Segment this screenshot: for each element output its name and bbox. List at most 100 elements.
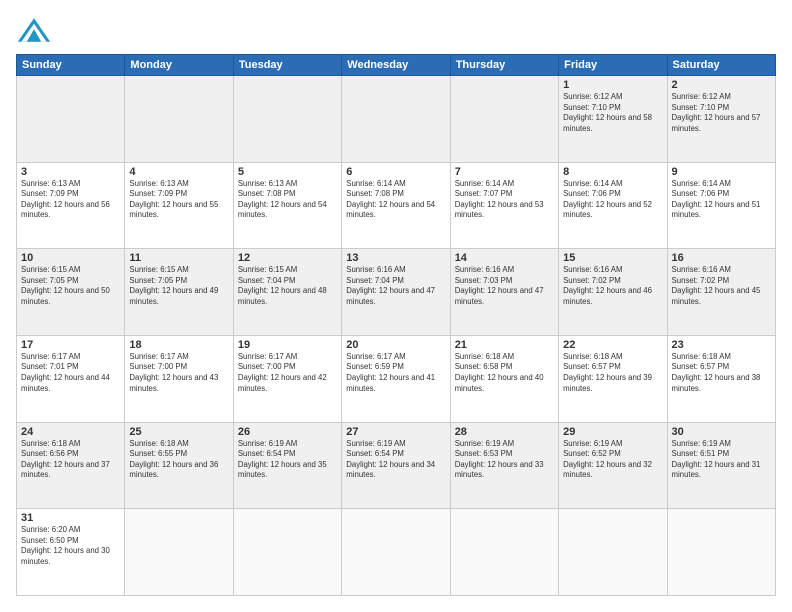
- calendar-cell: 8Sunrise: 6:14 AM Sunset: 7:06 PM Daylig…: [559, 162, 667, 249]
- calendar-header-row: Sunday Monday Tuesday Wednesday Thursday…: [17, 55, 776, 76]
- calendar-cell: 7Sunrise: 6:14 AM Sunset: 7:07 PM Daylig…: [450, 162, 558, 249]
- day-number: 11: [129, 252, 228, 264]
- day-info: Sunrise: 6:14 AM Sunset: 7:06 PM Dayligh…: [563, 179, 662, 221]
- calendar-cell: 12Sunrise: 6:15 AM Sunset: 7:04 PM Dayli…: [233, 249, 341, 336]
- page: Sunday Monday Tuesday Wednesday Thursday…: [0, 0, 792, 612]
- day-number: 9: [672, 166, 771, 178]
- calendar-cell: 13Sunrise: 6:16 AM Sunset: 7:04 PM Dayli…: [342, 249, 450, 336]
- day-number: 14: [455, 252, 554, 264]
- col-sunday: Sunday: [17, 55, 125, 76]
- day-info: Sunrise: 6:18 AM Sunset: 6:57 PM Dayligh…: [672, 352, 771, 394]
- calendar-week-row: 3 Sunrise: 6:13 AM Sunset: 7:09 PM Daylig…: [17, 162, 776, 249]
- day-info: Sunrise: 6:17 AM Sunset: 6:59 PM Dayligh…: [346, 352, 445, 394]
- generalblue-logo-icon: [16, 16, 52, 44]
- calendar-cell: 23Sunrise: 6:18 AM Sunset: 6:57 PM Dayli…: [667, 335, 775, 422]
- day-info: Sunrise: 6:18 AM Sunset: 6:55 PM Dayligh…: [129, 439, 228, 481]
- col-saturday: Saturday: [667, 55, 775, 76]
- calendar-cell: 5Sunrise: 6:13 AM Sunset: 7:08 PM Daylig…: [233, 162, 341, 249]
- calendar-cell: 16Sunrise: 6:16 AM Sunset: 7:02 PM Dayli…: [667, 249, 775, 336]
- calendar-cell: [17, 76, 125, 163]
- calendar-cell: 31Sunrise: 6:20 AM Sunset: 6:50 PM Dayli…: [17, 509, 125, 596]
- calendar-cell: 19Sunrise: 6:17 AM Sunset: 7:00 PM Dayli…: [233, 335, 341, 422]
- day-info: Sunrise: 6:19 AM Sunset: 6:52 PM Dayligh…: [563, 439, 662, 481]
- calendar-cell: [450, 509, 558, 596]
- day-number: 17: [21, 339, 120, 351]
- calendar-table: Sunday Monday Tuesday Wednesday Thursday…: [16, 54, 776, 596]
- day-number: 22: [563, 339, 662, 351]
- day-number: 23: [672, 339, 771, 351]
- day-number: 19: [238, 339, 337, 351]
- day-info: Sunrise: 6:12 AM Sunset: 7:10 PM Dayligh…: [672, 92, 771, 134]
- day-info: Sunrise: 6:14 AM Sunset: 7:06 PM Dayligh…: [672, 179, 771, 221]
- day-info: Sunrise: 6:14 AM Sunset: 7:07 PM Dayligh…: [455, 179, 554, 221]
- day-number: 4: [129, 166, 228, 178]
- calendar-cell: 28Sunrise: 6:19 AM Sunset: 6:53 PM Dayli…: [450, 422, 558, 509]
- col-tuesday: Tuesday: [233, 55, 341, 76]
- day-info: Sunrise: 6:12 AM Sunset: 7:10 PM Dayligh…: [563, 92, 662, 134]
- day-info: Sunrise: 6:15 AM Sunset: 7:04 PM Dayligh…: [238, 265, 337, 307]
- day-info: Sunrise: 6:16 AM Sunset: 7:02 PM Dayligh…: [563, 265, 662, 307]
- calendar-cell: [342, 509, 450, 596]
- day-info: Sunrise: 6:19 AM Sunset: 6:54 PM Dayligh…: [346, 439, 445, 481]
- day-number: 15: [563, 252, 662, 264]
- calendar-cell: 11Sunrise: 6:15 AM Sunset: 7:05 PM Dayli…: [125, 249, 233, 336]
- day-info: Sunrise: 6:18 AM Sunset: 6:56 PM Dayligh…: [21, 439, 120, 481]
- calendar-cell: [450, 76, 558, 163]
- calendar-cell: 29Sunrise: 6:19 AM Sunset: 6:52 PM Dayli…: [559, 422, 667, 509]
- day-info: Sunrise: 6:15 AM Sunset: 7:05 PM Dayligh…: [21, 265, 120, 307]
- day-number: 13: [346, 252, 445, 264]
- day-info: Sunrise: 6:13 AM Sunset: 7:09 PM Dayligh…: [129, 179, 228, 221]
- day-info: Sunrise: 6:17 AM Sunset: 7:00 PM Dayligh…: [238, 352, 337, 394]
- calendar-week-row: 24Sunrise: 6:18 AM Sunset: 6:56 PM Dayli…: [17, 422, 776, 509]
- day-info: Sunrise: 6:18 AM Sunset: 6:58 PM Dayligh…: [455, 352, 554, 394]
- day-number: 1: [563, 79, 662, 91]
- calendar-cell: 3Sunrise: 6:13 AM Sunset: 7:09 PM Daylig…: [17, 162, 125, 249]
- day-number: 12: [238, 252, 337, 264]
- calendar-cell: 4Sunrise: 6:13 AM Sunset: 7:09 PM Daylig…: [125, 162, 233, 249]
- calendar-cell: 18Sunrise: 6:17 AM Sunset: 7:00 PM Dayli…: [125, 335, 233, 422]
- col-monday: Monday: [125, 55, 233, 76]
- calendar-cell: 17Sunrise: 6:17 AM Sunset: 7:01 PM Dayli…: [17, 335, 125, 422]
- day-number: 29: [563, 426, 662, 438]
- day-number: 18: [129, 339, 228, 351]
- day-number: 10: [21, 252, 120, 264]
- calendar-cell: 14Sunrise: 6:16 AM Sunset: 7:03 PM Dayli…: [450, 249, 558, 336]
- calendar-cell: [233, 509, 341, 596]
- day-info: Sunrise: 6:17 AM Sunset: 7:00 PM Dayligh…: [129, 352, 228, 394]
- calendar-cell: 26Sunrise: 6:19 AM Sunset: 6:54 PM Dayli…: [233, 422, 341, 509]
- calendar-cell: 10Sunrise: 6:15 AM Sunset: 7:05 PM Dayli…: [17, 249, 125, 336]
- day-number: 27: [346, 426, 445, 438]
- day-info: Sunrise: 6:18 AM Sunset: 6:57 PM Dayligh…: [563, 352, 662, 394]
- calendar-cell: 27Sunrise: 6:19 AM Sunset: 6:54 PM Dayli…: [342, 422, 450, 509]
- col-wednesday: Wednesday: [342, 55, 450, 76]
- day-info: Sunrise: 6:16 AM Sunset: 7:04 PM Dayligh…: [346, 265, 445, 307]
- logo: [16, 16, 56, 44]
- calendar-cell: [667, 509, 775, 596]
- calendar-cell: [233, 76, 341, 163]
- day-info: Sunrise: 6:15 AM Sunset: 7:05 PM Dayligh…: [129, 265, 228, 307]
- day-info: Sunrise: 6:19 AM Sunset: 6:53 PM Dayligh…: [455, 439, 554, 481]
- day-info: Sunrise: 6:20 AM Sunset: 6:50 PM Dayligh…: [21, 525, 120, 567]
- calendar-cell: 30Sunrise: 6:19 AM Sunset: 6:51 PM Dayli…: [667, 422, 775, 509]
- calendar-cell: 9Sunrise: 6:14 AM Sunset: 7:06 PM Daylig…: [667, 162, 775, 249]
- col-friday: Friday: [559, 55, 667, 76]
- day-number: 21: [455, 339, 554, 351]
- day-number: 28: [455, 426, 554, 438]
- header: [16, 16, 776, 44]
- day-number: 8: [563, 166, 662, 178]
- day-info: Sunrise: 6:16 AM Sunset: 7:02 PM Dayligh…: [672, 265, 771, 307]
- day-info: Sunrise: 6:17 AM Sunset: 7:01 PM Dayligh…: [21, 352, 120, 394]
- calendar-cell: 6Sunrise: 6:14 AM Sunset: 7:08 PM Daylig…: [342, 162, 450, 249]
- calendar-cell: 1Sunrise: 6:12 AM Sunset: 7:10 PM Daylig…: [559, 76, 667, 163]
- calendar-cell: 22Sunrise: 6:18 AM Sunset: 6:57 PM Dayli…: [559, 335, 667, 422]
- calendar-cell: 2Sunrise: 6:12 AM Sunset: 7:10 PM Daylig…: [667, 76, 775, 163]
- col-thursday: Thursday: [450, 55, 558, 76]
- calendar-cell: 21Sunrise: 6:18 AM Sunset: 6:58 PM Dayli…: [450, 335, 558, 422]
- calendar-cell: 20Sunrise: 6:17 AM Sunset: 6:59 PM Dayli…: [342, 335, 450, 422]
- day-info: Sunrise: 6:19 AM Sunset: 6:51 PM Dayligh…: [672, 439, 771, 481]
- day-number: 24: [21, 426, 120, 438]
- day-info: Sunrise: 6:13 AM Sunset: 7:08 PM Dayligh…: [238, 179, 337, 221]
- day-number: 20: [346, 339, 445, 351]
- calendar-week-row: 10Sunrise: 6:15 AM Sunset: 7:05 PM Dayli…: [17, 249, 776, 336]
- day-number: 3: [21, 166, 120, 178]
